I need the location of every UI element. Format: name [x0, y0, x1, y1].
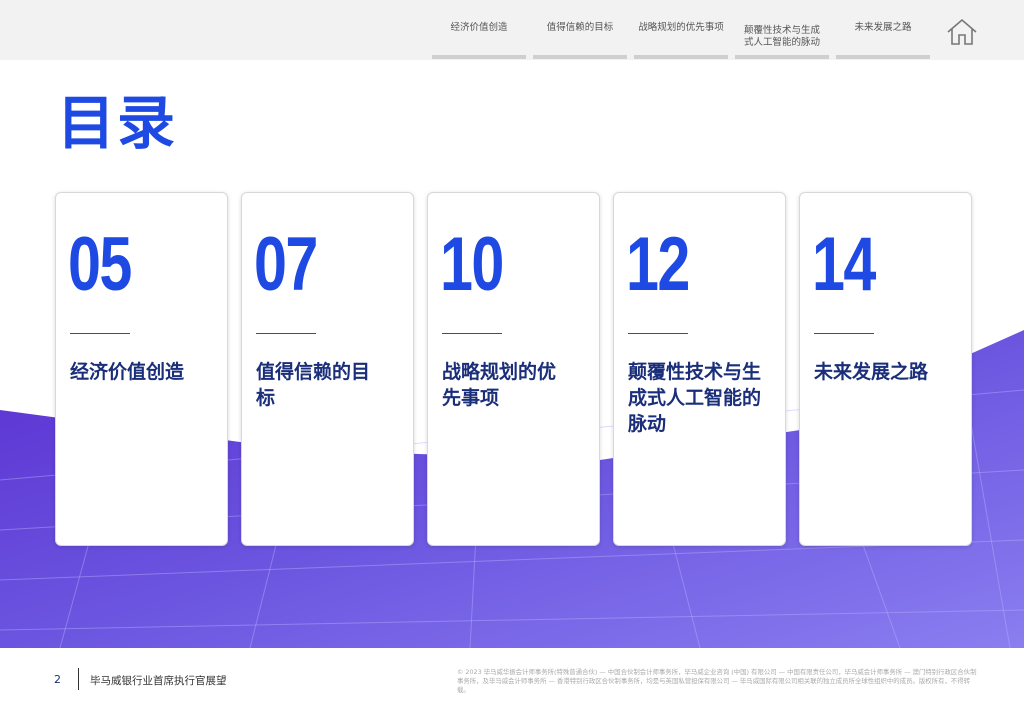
section-title: 未来发展之路 [814, 361, 929, 383]
toc-card-05[interactable]: 05 经济价值创造 [55, 192, 228, 546]
top-navigation: 经济价值创造 值得信赖的目标 战略规划的优先事项 颠覆性技术与生成式人工智能的脉… [0, 0, 1024, 60]
toc-card-10[interactable]: 10 战略规划的优先事项 [427, 192, 600, 546]
nav-bar [735, 55, 829, 59]
divider [442, 333, 502, 334]
page-number: 14 [812, 222, 876, 307]
toc-card-07[interactable]: 07 值得信赖的目标 [241, 192, 414, 546]
nav-label: 值得信赖的目标 [546, 22, 614, 33]
home-icon[interactable] [946, 18, 978, 46]
nav-label: 未来发展之路 [854, 22, 912, 33]
nav-label: 经济价值创造 [450, 22, 508, 33]
divider [78, 668, 79, 690]
nav-label: 颠覆性技术与生成式人工智能的脉动 [743, 25, 820, 48]
nav-bar [533, 55, 627, 59]
page-number: 05 [68, 222, 132, 307]
page-title: 目录 [57, 89, 178, 157]
page-number: 12 [626, 222, 690, 307]
nav-bar [634, 55, 728, 59]
section-title: 颠覆性技术与生成式人工智能的脉动 [628, 361, 762, 435]
toc-card-12[interactable]: 12 颠覆性技术与生成式人工智能的脉动 [613, 192, 786, 546]
page-number: 10 [440, 222, 504, 307]
divider [70, 333, 130, 334]
toc-card-14[interactable]: 14 未来发展之路 [799, 192, 972, 546]
copyright-notice: © 2023 毕马威华振会计师事务所(特殊普通合伙) — 中国合伙制会计师事务所… [457, 668, 977, 694]
nav-bar [836, 55, 930, 59]
divider [256, 333, 316, 334]
page-number: 07 [254, 222, 318, 307]
page-number: 2 [54, 673, 61, 686]
section-title: 值得信赖的目标 [256, 361, 371, 409]
nav-label: 战略规划的优先事项 [638, 22, 724, 33]
divider [814, 333, 874, 334]
publication-title: 毕马威银行业首席执行官展望 [90, 675, 227, 687]
nav-bar [432, 55, 526, 59]
section-title: 战略规划的优先事项 [442, 361, 557, 409]
section-title: 经济价值创造 [70, 361, 185, 383]
divider [628, 333, 688, 334]
